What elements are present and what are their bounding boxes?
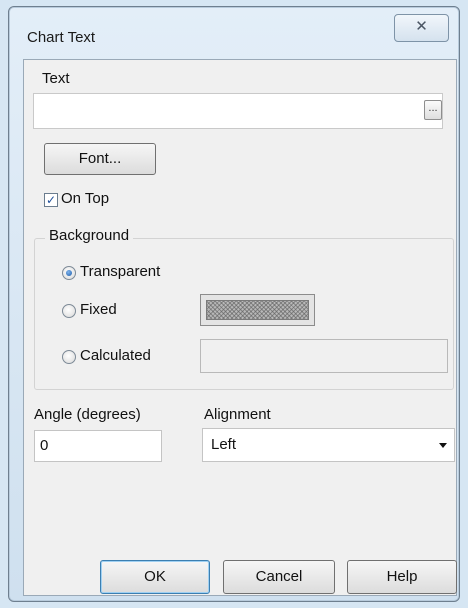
radio-fixed[interactable]: [62, 304, 76, 318]
on-top-checkbox[interactable]: ✓: [44, 193, 58, 207]
cancel-button-label: Cancel: [255, 568, 303, 585]
text-input[interactable]: ...: [33, 93, 443, 129]
dialog-title: Chart Text: [27, 29, 96, 46]
browse-text-button[interactable]: ...: [424, 100, 442, 120]
fixed-color-button[interactable]: [200, 294, 315, 326]
angle-label: Angle (degrees): [34, 406, 141, 423]
alignment-select[interactable]: Left: [202, 428, 455, 462]
font-button-label: Font...: [78, 150, 122, 167]
font-button[interactable]: Font...: [44, 143, 156, 175]
chart-text-dialog: Chart Text ✕ Text ... Font... ✓ On Top B…: [8, 6, 460, 602]
alignment-label: Alignment: [204, 406, 271, 423]
checkmark-icon: ✓: [45, 193, 57, 207]
radio-fixed-label: Fixed: [80, 301, 117, 318]
browse-text-label: ...: [428, 102, 438, 114]
angle-value: 0: [40, 437, 49, 454]
text-label: Text: [42, 70, 70, 87]
dialog-body: Text ... Font... ✓ On Top Background Tra…: [23, 59, 457, 596]
ok-button[interactable]: OK: [100, 560, 210, 594]
close-icon: ✕: [415, 18, 428, 35]
radio-calculated[interactable]: [62, 350, 76, 364]
alignment-value: Left: [211, 436, 237, 453]
help-button[interactable]: Help: [347, 560, 457, 594]
background-legend: Background: [45, 227, 134, 244]
ok-button-label: OK: [144, 568, 166, 585]
dropdown-arrow-icon: [439, 443, 447, 448]
radio-calculated-label: Calculated: [80, 347, 151, 364]
angle-input[interactable]: 0: [34, 430, 162, 462]
radio-transparent[interactable]: [62, 266, 76, 280]
color-swatch: [206, 300, 309, 320]
radio-transparent-label: Transparent: [80, 263, 161, 280]
close-button[interactable]: ✕: [394, 14, 449, 42]
on-top-label: On Top: [61, 190, 110, 207]
calculated-field[interactable]: [200, 339, 448, 373]
help-button-label: Help: [386, 568, 418, 585]
cancel-button[interactable]: Cancel: [223, 560, 335, 594]
